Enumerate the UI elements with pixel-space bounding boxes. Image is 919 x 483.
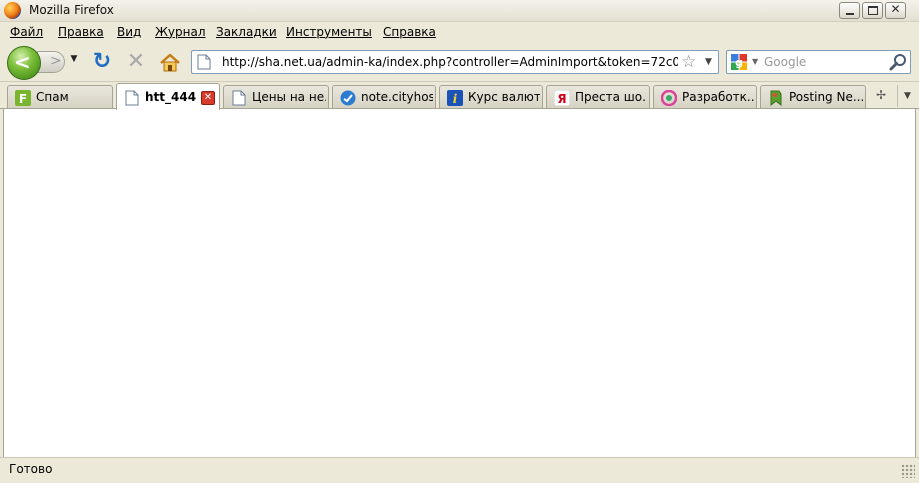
menu-bar: Файл Правка Вид Журнал Закладки Инструме… — [0, 22, 919, 42]
tab-prices[interactable]: Цены на не... — [223, 85, 329, 108]
svg-text:g: g — [735, 56, 743, 69]
firefox-logo-icon — [4, 2, 21, 19]
new-tab-button[interactable]: ✢ — [869, 85, 893, 107]
yandex-icon: Я — [554, 90, 570, 106]
resize-grip-icon[interactable] — [901, 464, 915, 478]
url-input[interactable]: http://sha.net.ua/admin-ka/index.php?con… — [222, 55, 678, 69]
status-text: Готово — [9, 462, 53, 476]
page-icon — [197, 54, 211, 70]
tab-label: Спам — [36, 90, 69, 104]
maximize-icon — [868, 6, 878, 15]
menu-edit[interactable]: Правка — [58, 25, 104, 39]
navigation-toolbar: > < ▼ ↻ ✕ http://sha.net.ua/admin-ka/ind… — [0, 42, 919, 82]
history-dropdown-button[interactable]: ▼ — [68, 54, 80, 68]
chevron-down-icon: ▼ — [904, 91, 911, 101]
close-window-button[interactable]: ✕ — [885, 2, 906, 19]
tab-label: Разработк... — [682, 90, 754, 104]
svg-text:i: i — [453, 92, 458, 106]
green-f-icon: F — [15, 90, 31, 106]
menu-history[interactable]: Журнал — [155, 25, 206, 39]
menu-view[interactable]: Вид — [117, 25, 141, 39]
tab-label: note.cityhost... — [361, 90, 433, 104]
tab-label: Posting Ne... — [789, 90, 863, 104]
minimize-button[interactable] — [839, 2, 860, 19]
browser-window: Mozilla Firefox ✕ Файл Правка Вид Журнал… — [0, 0, 919, 483]
magnifier-icon[interactable] — [889, 52, 909, 72]
plus-icon: ✢ — [875, 88, 887, 102]
tab-spam[interactable]: F Спам — [7, 85, 113, 108]
tab-label: Курс валют... — [468, 90, 540, 104]
page-content[interactable] — [3, 109, 916, 457]
bookmark-star-icon[interactable]: ☆ — [681, 52, 696, 72]
circle-logo-icon — [661, 90, 677, 106]
tab-label: htt_444 — [145, 90, 197, 104]
menu-file[interactable]: Файл — [10, 25, 43, 39]
google-icon[interactable]: g — [731, 54, 747, 70]
svg-text:F: F — [19, 92, 27, 106]
menu-help[interactable]: Справка — [383, 25, 436, 39]
stop-icon: ✕ — [126, 49, 146, 74]
page-icon — [125, 90, 139, 106]
minimize-icon — [846, 13, 854, 15]
back-button[interactable]: < — [7, 46, 41, 80]
tab-presta[interactable]: Я Преста шо... — [546, 85, 650, 108]
tab-bar: F Спам htt_444 ✕ Цены на не... not — [0, 83, 919, 110]
title-bar: Mozilla Firefox ✕ — [0, 0, 919, 22]
close-icon: ✕ — [890, 2, 901, 16]
search-engine-dropdown[interactable]: ▼ — [752, 57, 758, 66]
forward-arrow-icon: > — [50, 53, 62, 69]
menu-tools[interactable]: Инструменты — [286, 25, 372, 39]
tab-posting[interactable]: Posting Ne... — [760, 85, 866, 108]
tab-cityhost[interactable]: note.cityhost... — [332, 85, 436, 108]
status-bar: Готово — [0, 457, 919, 483]
menu-bookmarks[interactable]: Закладки — [216, 25, 277, 39]
stop-button[interactable]: ✕ — [124, 51, 148, 75]
home-icon — [160, 53, 180, 72]
list-all-tabs-button[interactable]: ▼ — [897, 85, 917, 107]
forward-button[interactable]: > — [37, 51, 65, 73]
info-icon: i — [447, 90, 463, 106]
tab-active[interactable]: htt_444 ✕ — [116, 83, 220, 110]
reload-icon: ↻ — [92, 49, 112, 74]
green-bookmark-icon — [770, 90, 782, 106]
cityhost-icon — [340, 90, 356, 106]
window-title: Mozilla Firefox — [29, 3, 114, 17]
close-tab-button[interactable]: ✕ — [201, 91, 215, 105]
search-bar[interactable]: g ▼ — [726, 50, 911, 74]
url-bar[interactable]: http://sha.net.ua/admin-ka/index.php?con… — [191, 50, 719, 74]
page-icon — [232, 90, 246, 106]
tab-currency[interactable]: i Курс валют... — [439, 85, 543, 108]
home-button[interactable] — [158, 51, 182, 75]
tab-label: Преста шо... — [575, 90, 647, 104]
search-input[interactable] — [764, 54, 884, 70]
close-icon: ✕ — [203, 92, 213, 103]
tab-development[interactable]: Разработк... — [653, 85, 757, 108]
svg-text:Я: Я — [557, 92, 566, 106]
url-history-dropdown[interactable]: ▼ — [705, 57, 712, 67]
tab-label: Цены на не... — [252, 90, 326, 104]
maximize-button[interactable] — [862, 2, 883, 19]
back-arrow-icon: < — [14, 50, 31, 74]
chevron-down-icon: ▼ — [70, 54, 78, 64]
reload-button[interactable]: ↻ — [90, 51, 114, 75]
